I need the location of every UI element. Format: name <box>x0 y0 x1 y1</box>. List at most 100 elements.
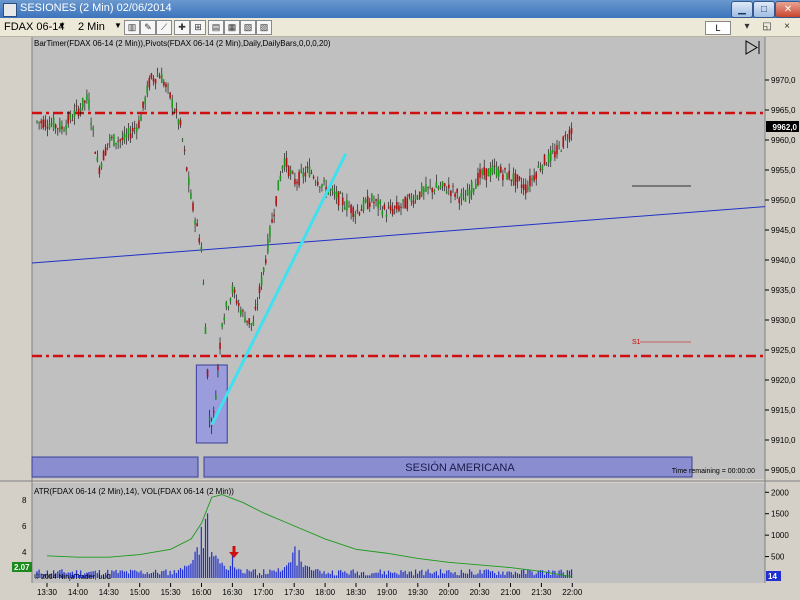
candle-body <box>549 150 552 162</box>
volume-bar <box>111 570 113 578</box>
volume-bar <box>246 569 248 578</box>
price-axis-label: 9920,0 <box>771 376 796 385</box>
volume-bar <box>435 571 437 578</box>
volume-bar <box>321 573 323 578</box>
volume-bar <box>175 572 177 578</box>
candle-body <box>225 301 228 308</box>
volume-bar <box>450 572 452 578</box>
candle-body <box>495 167 498 177</box>
candle-body <box>464 197 467 202</box>
time-axis-label: 16:00 <box>191 588 212 597</box>
volume-bar <box>242 573 244 578</box>
candle-body <box>568 130 571 140</box>
candle-body <box>129 133 132 139</box>
volume-bar <box>506 571 508 578</box>
volume-bar <box>333 575 336 578</box>
volume-bar <box>444 573 446 578</box>
candle-body <box>331 188 334 191</box>
candle-body <box>358 212 361 215</box>
candle-body <box>381 210 384 216</box>
volume-bar <box>367 575 369 578</box>
volume-bar <box>290 562 292 578</box>
candle-body <box>292 172 294 174</box>
volume-bar <box>302 567 304 578</box>
candle-body <box>506 173 508 180</box>
vol-axis-label: 1500 <box>771 510 789 519</box>
candle-body <box>88 99 90 109</box>
volume-bar <box>283 567 286 578</box>
volume-bar <box>481 573 483 578</box>
candle-body <box>454 193 456 197</box>
candle-body <box>462 193 465 195</box>
candle-body <box>508 170 510 180</box>
candle-body <box>531 177 533 180</box>
candle-body <box>556 145 558 155</box>
volume-bar <box>225 569 227 578</box>
candle-body <box>63 130 65 132</box>
candle-body <box>86 94 88 101</box>
volume-bar <box>177 570 180 578</box>
volume-bar <box>491 570 494 578</box>
volume-bar <box>254 569 256 578</box>
volume-bar <box>358 575 360 578</box>
candle-body <box>364 199 367 203</box>
candle-body <box>269 226 271 237</box>
last-price-text: 9962,0 <box>773 123 798 132</box>
volume-bar <box>348 574 350 578</box>
volume-bar <box>319 570 321 578</box>
volume-bar <box>165 569 167 578</box>
candle-body <box>156 74 159 77</box>
candle-body <box>154 79 157 84</box>
candle-body <box>267 238 269 253</box>
candle-body <box>504 168 506 170</box>
candle-body <box>183 149 186 151</box>
candle-body <box>258 286 261 293</box>
volume-bar <box>198 554 200 578</box>
candle-body <box>560 150 562 152</box>
candle-body <box>487 168 490 177</box>
volume-bar <box>552 570 554 578</box>
candle-body <box>165 83 167 88</box>
indicator-panel-title: ATR(FDAX 06-14 (2 Min),14), VOL(FDAX 06-… <box>34 487 234 496</box>
volume-bar <box>304 565 306 578</box>
candle-body <box>148 78 151 88</box>
time-axis-label: 21:00 <box>500 588 521 597</box>
candle-body <box>402 199 404 203</box>
candle-body <box>200 246 203 251</box>
atr-axis-label: 4 <box>22 548 27 557</box>
candle-body <box>329 189 332 191</box>
volume-bar <box>360 572 363 578</box>
candle-body <box>547 153 550 163</box>
volume-bar <box>271 570 273 578</box>
volume-bar <box>442 573 444 578</box>
volume-bar <box>518 574 521 578</box>
candle-body <box>79 108 82 111</box>
volume-bar <box>412 575 415 578</box>
candle-body <box>445 191 448 194</box>
candle-body <box>423 188 425 192</box>
volume-bar <box>406 574 408 578</box>
candle-body <box>360 209 363 212</box>
candle-body <box>481 170 483 175</box>
volume-bar <box>369 575 371 578</box>
candle-body <box>127 127 130 135</box>
candle-body <box>219 342 221 350</box>
price-panel-background <box>32 37 765 479</box>
volume-bar <box>265 574 267 578</box>
candle-body <box>404 196 406 209</box>
candle-body <box>121 137 124 141</box>
candle-body <box>512 173 515 182</box>
volume-bar <box>315 569 317 578</box>
time-axis-label: 15:30 <box>161 588 182 597</box>
candle-body <box>117 140 119 142</box>
candle-body <box>570 128 573 134</box>
candle-body <box>362 199 365 211</box>
volume-bar <box>123 571 125 578</box>
candle-body <box>385 214 388 217</box>
candle-body <box>522 184 525 191</box>
candle-body <box>491 165 494 174</box>
volume-bar <box>335 575 338 578</box>
chart-canvas[interactable]: 9970,0 9965,0 9960,0 9955,0 9950,0 9945,0 9940… <box>0 0 800 600</box>
volume-bar <box>502 571 504 578</box>
volume-bar <box>346 573 348 578</box>
